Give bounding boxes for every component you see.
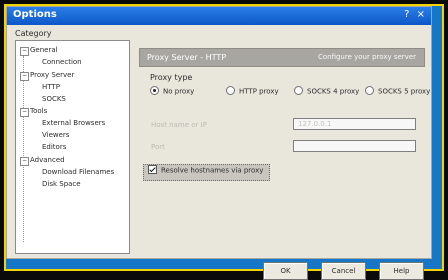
radio-socks5-proxy-indicator [365,86,374,95]
expander-advanced[interactable]: − [20,157,29,166]
radio-no-proxy-indicator [150,86,159,95]
radio-http-proxy[interactable]: HTTP proxy [226,86,279,99]
tree-item-editors[interactable]: Editors [42,143,66,151]
port-label: Port [151,143,165,151]
radio-no-proxy[interactable]: No proxy [150,86,195,99]
checkbox-indicator [148,165,157,174]
tree-item-tools[interactable]: Tools [30,107,47,115]
tree-item-http[interactable]: HTTP [42,83,60,91]
expander-proxy-server[interactable]: − [20,72,29,81]
radio-socks4-proxy-label: SOCKS 4 proxy [307,87,360,96]
tree-item-general[interactable]: General [30,46,58,54]
tree-item-advanced[interactable]: Advanced [30,156,65,164]
host-input[interactable]: 127.0.0.1 [293,118,416,130]
tree-item-disk-space[interactable]: Disk Space [42,180,81,188]
tree-item-download-filenames[interactable]: Download Filenames [42,168,114,176]
radio-socks5-proxy-label: SOCKS 5 proxy [378,87,431,96]
expander-general[interactable]: − [20,47,29,56]
resolve-hostnames-checkbox[interactable]: Resolve hostnames via proxy [143,164,271,181]
section-header: Proxy Server - HTTP Configure your proxy… [139,48,425,67]
tree-item-proxy-server[interactable]: Proxy Server [30,71,74,79]
help-button[interactable]: Help [379,262,424,280]
title-bar: Options ? × [7,7,431,25]
radio-socks4-proxy[interactable]: SOCKS 4 proxy [294,86,360,99]
category-label: Category [15,29,52,38]
host-label: Host name or IP [151,121,207,129]
radio-socks4-proxy-indicator [294,86,303,95]
tree-item-connection[interactable]: Connection [42,58,82,66]
expander-tools[interactable]: − [20,108,29,117]
checkbox-label: Resolve hostnames via proxy [161,166,264,175]
tree-item-viewers[interactable]: Viewers [42,131,69,139]
radio-no-proxy-label: No proxy [163,87,195,96]
radio-socks5-proxy[interactable]: SOCKS 5 proxy [365,86,431,99]
port-input[interactable] [293,140,416,152]
radio-http-proxy-indicator [226,86,235,95]
tree-guide-line [23,56,24,242]
radio-http-proxy-label: HTTP proxy [239,87,279,96]
tree-item-external-browsers[interactable]: External Browsers [42,119,105,127]
proxy-type-label: Proxy type [150,73,193,82]
category-tree[interactable]: − General Connection − Proxy Server HTTP… [15,40,130,254]
window-title: Options [13,9,57,20]
tree-item-socks[interactable]: SOCKS [42,95,66,103]
window-controls[interactable]: ? × [404,9,427,20]
cancel-button[interactable]: Cancel [321,262,366,280]
options-dialog: Options ? × Category − General Connectio… [6,6,432,280]
header-description: Configure your proxy server [317,53,416,61]
ok-button[interactable]: OK [263,262,308,280]
header-title: Proxy Server - HTTP [147,53,227,62]
